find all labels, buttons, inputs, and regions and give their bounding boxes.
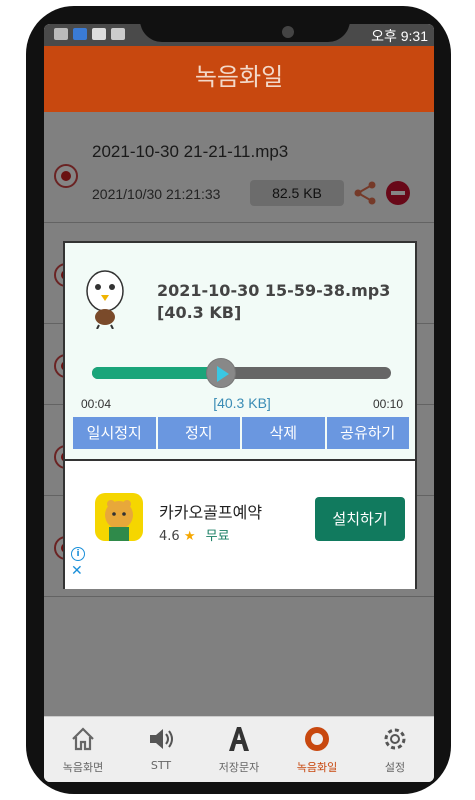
nav-stt[interactable]: STT: [122, 717, 200, 782]
ad-title: 카카오골프예약: [159, 503, 263, 522]
phone-notch: [140, 12, 350, 42]
nav-record-screen[interactable]: 녹음화면: [44, 717, 122, 782]
nav-label: 저장문자: [218, 761, 260, 774]
kakao-golf-app-icon[interactable]: [95, 493, 143, 541]
star-icon: ★: [183, 529, 196, 544]
bottom-nav: 녹음화면 STT 저장문자 녹음화일 설정: [44, 716, 434, 782]
camera: [282, 26, 294, 38]
seek-thumb-play-icon[interactable]: [205, 358, 236, 388]
size-label: [40.3 KB]: [213, 395, 271, 411]
gear-icon: [384, 728, 406, 750]
screen: 오후 9:31 녹음화일 2021-10-30 21-21-11.mp3 202…: [44, 24, 434, 782]
share-button[interactable]: 공유하기: [326, 417, 409, 449]
status-icons: [54, 28, 125, 40]
seek-bar-fill: [92, 367, 221, 379]
record-icon: [305, 727, 329, 751]
stop-button[interactable]: 정지: [157, 417, 240, 449]
nav-saved-text[interactable]: 저장문자: [200, 717, 278, 782]
ad-banner[interactable]: 카카오골프예약 4.6 ★ 무료 설치하기 i ✕: [65, 459, 415, 589]
control-buttons: 일시정지 정지 삭제 공유하기: [73, 417, 409, 449]
nav-label: 녹음화일: [296, 761, 338, 774]
nav-label: 녹음화면: [62, 761, 104, 774]
delete-button[interactable]: 삭제: [242, 417, 325, 449]
ad-price: 무료: [205, 529, 230, 544]
total-time: 00:10: [372, 397, 403, 411]
page-title: 녹음화일: [44, 46, 434, 112]
status-time: 오후 9:31: [371, 28, 428, 44]
ad-info-icon[interactable]: i: [71, 547, 85, 561]
home-icon: [72, 727, 94, 751]
dialog-file-size: [40.3 KB]: [157, 303, 242, 322]
ad-close-icon[interactable]: ✕: [71, 563, 83, 579]
seek-bar[interactable]: [92, 358, 391, 388]
pause-button[interactable]: 일시정지: [73, 417, 156, 449]
youtube-icon: [111, 28, 125, 40]
app-notification-icon: [73, 28, 87, 40]
notification-icon: [54, 28, 68, 40]
warning-icon: [92, 28, 106, 40]
nav-settings[interactable]: 설정: [356, 717, 434, 782]
ad-rating: 4.6: [159, 529, 180, 544]
ad-rating-row: 4.6 ★ 무료: [159, 525, 230, 544]
speaker-icon: [150, 729, 173, 749]
nav-label: 설정: [384, 761, 406, 774]
letter-a-icon: [229, 727, 249, 751]
player-dialog: 2021-10-30 15-59-38.mp3 [40.3 KB] 00:04 …: [63, 241, 417, 589]
bird-mascot-icon: [86, 270, 124, 329]
install-button[interactable]: 설치하기: [315, 497, 405, 541]
dialog-file-name: 2021-10-30 15-59-38.mp3: [157, 281, 391, 300]
nav-recording-files[interactable]: 녹음화일: [278, 717, 356, 782]
nav-label: STT: [150, 759, 172, 772]
